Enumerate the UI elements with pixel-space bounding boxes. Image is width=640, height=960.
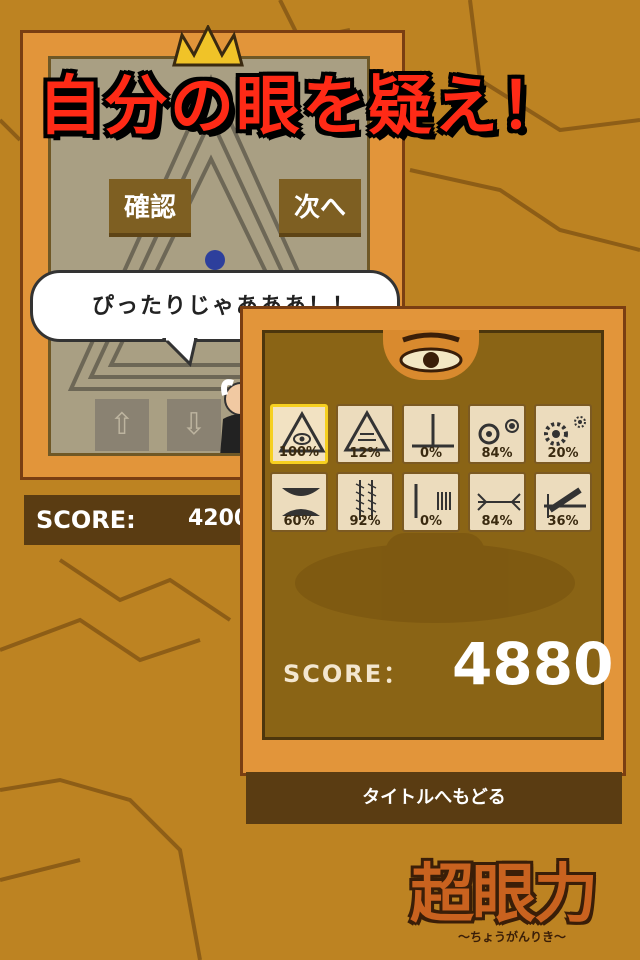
result-cell[interactable]: 36%	[534, 472, 592, 532]
score-value: 4880	[452, 630, 614, 698]
up-arrow-button[interactable]: ⇧	[95, 399, 149, 451]
result-percent: 84%	[481, 446, 513, 461]
eye-emblem	[383, 330, 479, 380]
back-score-label: SCORE:	[36, 506, 136, 534]
result-percent: 60%	[283, 514, 315, 529]
blue-ball	[205, 250, 225, 270]
result-percent: 20%	[547, 446, 579, 461]
result-cell[interactable]: 0%	[402, 472, 460, 532]
result-cell[interactable]: 92%	[336, 472, 394, 532]
result-cell[interactable]: 20%	[534, 404, 592, 464]
score-label: SCORE：	[283, 660, 410, 688]
game-logo-subtitle: 〜ちょうがんりき〜	[458, 930, 567, 944]
result-cell[interactable]: 12%	[336, 404, 394, 464]
result-percent: 84%	[481, 514, 513, 529]
result-percent: 0%	[419, 514, 443, 529]
result-percent: 100%	[278, 445, 320, 460]
result-cell[interactable]: 0%	[402, 404, 460, 464]
game-logo: 超眼力	[410, 858, 598, 932]
result-cell[interactable]: 100%	[270, 404, 328, 464]
next-button[interactable]: 次へ	[279, 179, 361, 237]
result-percent: 92%	[349, 514, 381, 529]
result-cell[interactable]: 84%	[468, 404, 526, 464]
eye-icon	[399, 332, 463, 373]
result-cell[interactable]: 60%	[270, 472, 328, 532]
result-cell[interactable]: 84%	[468, 472, 526, 532]
result-percent: 12%	[349, 446, 381, 461]
confirm-button[interactable]: 確認	[109, 179, 191, 237]
headline: 自分の眼を疑え！	[38, 70, 566, 144]
result-percent: 0%	[419, 446, 443, 461]
speech-bubble-tail	[161, 338, 198, 367]
result-percent: 36%	[547, 514, 579, 529]
back-to-title-button[interactable]: タイトルへもどる	[246, 772, 622, 824]
